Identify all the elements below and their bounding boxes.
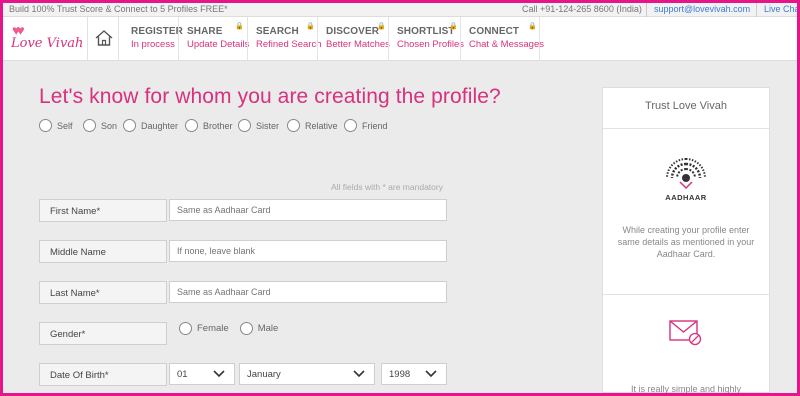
dob-year-select[interactable]: 1998 (381, 363, 447, 385)
radio-male[interactable]: Male (239, 322, 279, 335)
gender-label: Gender* (39, 322, 167, 345)
first-name-input[interactable] (169, 199, 447, 221)
select-value: January (247, 369, 281, 380)
radio-female[interactable]: Female (179, 322, 229, 335)
radio-label: Self (57, 120, 73, 131)
chevron-down-icon (425, 370, 437, 378)
gender-radio-group: Female Male (179, 322, 278, 335)
logo[interactable]: ♥♥ Love Vivah (8, 22, 84, 56)
lock-icon: 🔒 (235, 23, 244, 30)
radio-relative[interactable]: Relative (287, 119, 338, 132)
logo-text: Love Vivah (11, 36, 84, 51)
middle-name-label: Middle Name (39, 240, 167, 263)
home-icon (95, 30, 113, 46)
radio-circle[interactable] (185, 119, 198, 132)
mail-description: It is really simple and highly (630, 384, 742, 393)
nav-step-register[interactable]: REGISTER In process (123, 17, 183, 61)
lock-icon: 🔒 (306, 23, 315, 30)
mail-blocked-icon (669, 320, 702, 346)
nav-step-share[interactable]: 🔒 SHARE Update Details (178, 17, 250, 61)
mandatory-note: All fields with * are mandatory (331, 182, 443, 192)
nav-step-search[interactable]: 🔒 SEARCH Refined Search (247, 17, 322, 61)
dob-label: Date Of Birth* (39, 363, 167, 386)
promo-text: Build 100% Trust Score & Connect to 5 Pr… (9, 4, 228, 14)
radio-label: Relative (305, 120, 338, 131)
trust-sidebar: Trust Love Vivah AADHAAR While creating … (602, 87, 770, 393)
radio-label: Female (197, 323, 229, 334)
radio-label: Friend (362, 120, 388, 131)
support-email-link[interactable]: support@lovevivah.com (654, 4, 750, 14)
radio-circle[interactable] (344, 119, 357, 132)
sidebar-title: Trust Love Vivah (645, 100, 727, 112)
radio-circle[interactable] (179, 322, 192, 335)
nav-step-subtitle: Chat & Messages (469, 39, 544, 50)
nav-step-subtitle: Chosen Profiles (397, 39, 465, 50)
radio-label: Daughter (141, 120, 179, 131)
page-title: Let's know for whom you are creating the… (39, 85, 501, 108)
radio-brother[interactable]: Brother (185, 119, 233, 132)
select-value: 1998 (389, 369, 411, 380)
radio-son[interactable]: Son (83, 119, 117, 132)
lock-icon: 🔒 (528, 23, 537, 30)
first-name-label: First Name* (39, 199, 167, 222)
page-frame: Build 100% Trust Score & Connect to 5 Pr… (3, 3, 797, 393)
dob-month-select[interactable]: January (239, 363, 375, 385)
radio-friend[interactable]: Friend (344, 119, 388, 132)
radio-label: Male (257, 323, 279, 334)
home-button[interactable] (87, 17, 119, 61)
radio-circle[interactable] (239, 322, 253, 335)
live-chat-link[interactable]: Live Chat (764, 4, 797, 14)
top-info-bar: Build 100% Trust Score & Connect to 5 Pr… (3, 3, 797, 17)
phone-number: Call +91-124-265 8600 (India) (522, 4, 642, 14)
main-nav: ♥♥ Love Vivah REGISTER In process 🔒 SHAR… (3, 17, 797, 61)
radio-daughter[interactable]: Daughter (123, 119, 178, 132)
middle-name-input[interactable] (169, 240, 447, 262)
divider (603, 294, 769, 295)
chevron-down-icon (213, 370, 225, 378)
nav-step-connect[interactable]: 🔒 CONNECT Chat & Messages (460, 17, 544, 61)
nav-step-subtitle: Refined Search (256, 39, 322, 50)
radio-circle[interactable] (39, 119, 52, 132)
radio-circle[interactable] (287, 119, 300, 132)
nav-step-discover[interactable]: 🔒 DISCOVER Better Matches (317, 17, 390, 61)
last-name-input[interactable] (169, 281, 447, 303)
aadhaar-description: While creating your profile enter same d… (617, 225, 755, 259)
radio-circle[interactable] (238, 119, 251, 132)
lock-icon: 🔒 (377, 23, 386, 30)
radio-circle[interactable] (83, 119, 96, 132)
aadhaar-label: AADHAAR (665, 193, 707, 202)
radio-label: Brother (203, 120, 233, 131)
chevron-down-icon (353, 370, 365, 378)
nav-step-subtitle: Better Matches (326, 39, 390, 50)
radio-label: Sister (256, 120, 280, 131)
divider (756, 3, 757, 17)
radio-sister[interactable]: Sister (238, 119, 279, 132)
radio-circle[interactable] (123, 119, 136, 132)
last-name-label: Last Name* (39, 281, 167, 304)
nav-step-title: REGISTER (131, 26, 183, 37)
radio-self[interactable]: Self (39, 119, 73, 132)
select-value: 01 (177, 369, 188, 380)
divider (646, 3, 647, 17)
nav-step-subtitle: In process (131, 39, 175, 50)
divider (603, 128, 769, 129)
nav-step-subtitle: Update Details (187, 39, 250, 50)
radio-label: Son (101, 120, 118, 131)
dob-day-select[interactable]: 01 (169, 363, 235, 385)
nav-step-shortlist[interactable]: 🔒 SHORTLIST Chosen Profiles (388, 17, 465, 61)
aadhaar-icon (666, 158, 706, 190)
lock-icon: 🔒 (449, 23, 458, 30)
